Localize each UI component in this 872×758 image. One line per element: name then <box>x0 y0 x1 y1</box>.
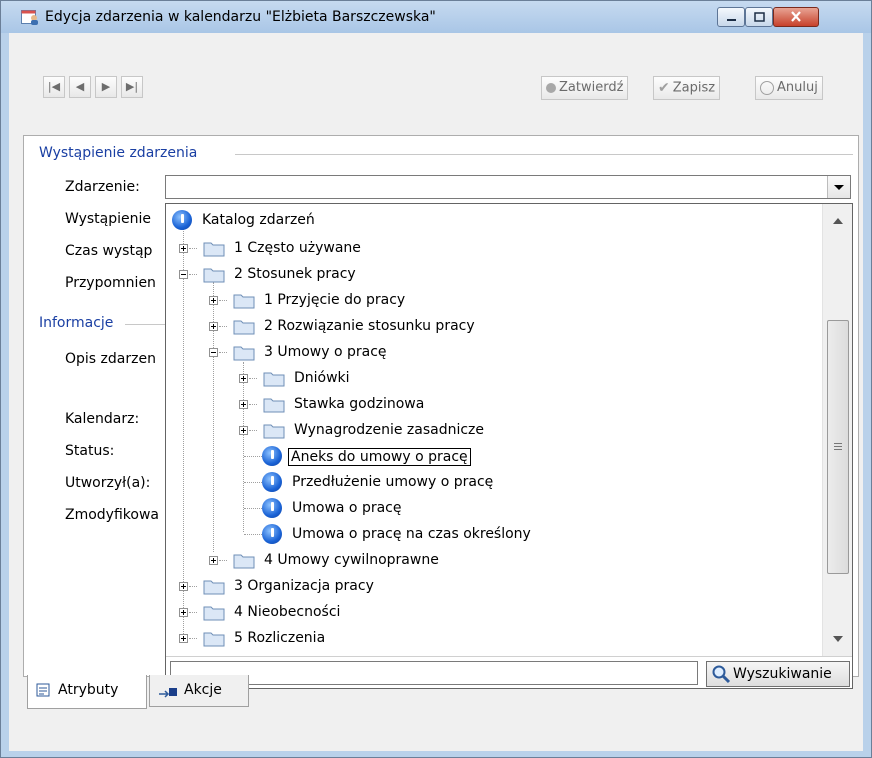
magnifier-icon <box>712 665 731 684</box>
check-icon: ✔ <box>658 80 670 96</box>
created-label: Utworzył(a): <box>65 475 151 491</box>
search-button[interactable]: Wyszukiwanie <box>706 661 850 687</box>
close-button[interactable] <box>773 7 819 27</box>
status-label: Status: <box>65 443 115 459</box>
folder-icon <box>203 268 225 283</box>
scroll-thumb[interactable] <box>827 320 849 574</box>
expand-icon[interactable] <box>179 582 188 591</box>
save-button[interactable]: ✔ Zapisz <box>653 76 721 100</box>
next-record-button[interactable]: ▶ <box>95 76 117 98</box>
cancel-button[interactable]: Anuluj <box>755 76 823 100</box>
expand-icon[interactable] <box>209 322 218 331</box>
reminder-label: Przypomnien <box>65 275 156 291</box>
event-label: Zdarzenie: <box>65 179 140 195</box>
expand-icon[interactable] <box>179 634 188 643</box>
maximize-button[interactable] <box>745 7 773 27</box>
tab-actions[interactable]: Akcje <box>149 675 249 707</box>
first-record-button[interactable]: |◀ <box>43 76 65 98</box>
actions-icon <box>159 688 177 698</box>
prev-icon: ◀ <box>75 80 85 93</box>
selected-item: Aneks do umowy o pracę <box>288 448 471 466</box>
section-divider <box>125 324 165 325</box>
calendar-label: Kalendarz: <box>65 411 140 427</box>
folder-icon <box>203 242 225 257</box>
description-label: Opis zdarzen <box>65 351 156 367</box>
collapse-icon[interactable] <box>209 348 218 357</box>
folder-icon <box>233 294 255 309</box>
expand-icon[interactable] <box>179 244 188 253</box>
section-divider <box>235 154 853 155</box>
minimize-icon <box>727 19 736 21</box>
expand-icon[interactable] <box>239 426 248 435</box>
next-icon: ▶ <box>101 80 111 93</box>
event-edit-window: Edycja zdarzenia w kalendarzu "Elżbieta … <box>0 0 872 758</box>
folder-icon <box>233 320 255 335</box>
first-icon: |◀ <box>47 80 61 93</box>
info-icon <box>262 446 282 466</box>
search-row: Wyszukiwanie <box>166 656 852 688</box>
expand-icon[interactable] <box>209 556 218 565</box>
info-icon <box>262 524 282 544</box>
info-icon <box>172 210 192 230</box>
tree-scrollbar[interactable] <box>822 204 852 656</box>
toolbar: |◀ ◀ ▶ ▶| Zatwierdź ✔ Zapisz Anuluj <box>9 33 863 105</box>
last-icon: ▶| <box>125 80 139 93</box>
occurrence-section-title: Wystąpienie zdarzenia <box>39 145 198 161</box>
expand-icon[interactable] <box>239 400 248 409</box>
collapse-icon[interactable] <box>179 270 188 279</box>
time-label: Czas wystąp <box>65 243 153 259</box>
search-input[interactable] <box>170 661 698 685</box>
occurrence-label: Wystąpienie <box>65 211 152 227</box>
info-icon <box>262 498 282 518</box>
folder-icon <box>233 554 255 569</box>
folder-icon <box>203 606 225 621</box>
event-catalog-dropdown: Katalog zdarzeń 1 Często używane 2 Stosu… <box>165 203 853 689</box>
prev-record-button[interactable]: ◀ <box>69 76 91 98</box>
title-bar[interactable]: Edycja zdarzenia w kalendarzu "Elżbieta … <box>1 1 871 33</box>
info-icon <box>262 472 282 492</box>
modified-label: Zmodyfikowa <box>65 507 159 523</box>
confirm-dot-icon <box>546 82 556 93</box>
window-title: Edycja zdarzenia w kalendarzu "Elżbieta … <box>45 9 436 25</box>
event-combobox[interactable] <box>165 175 851 199</box>
minimize-button[interactable] <box>717 7 745 27</box>
event-catalog-tree[interactable]: Katalog zdarzeń 1 Często używane 2 Stosu… <box>166 204 822 656</box>
record-navigation: |◀ ◀ ▶ ▶| <box>43 76 177 100</box>
cancel-icon <box>760 80 774 95</box>
tab-attributes[interactable]: Atrybuty <box>27 675 147 709</box>
expand-icon[interactable] <box>179 608 188 617</box>
attributes-icon <box>36 683 50 697</box>
expand-icon[interactable] <box>239 374 248 383</box>
info-section-title: Informacje <box>39 315 114 331</box>
close-icon <box>791 11 801 22</box>
confirm-button[interactable]: Zatwierdź <box>541 76 629 100</box>
folder-icon <box>263 424 285 439</box>
expand-icon[interactable] <box>209 296 218 305</box>
folder-icon <box>233 346 255 361</box>
folder-icon <box>203 632 225 647</box>
scroll-up-icon[interactable] <box>833 218 843 224</box>
folder-icon <box>263 398 285 413</box>
calendar-user-icon <box>21 10 38 25</box>
scroll-down-icon[interactable] <box>833 636 843 642</box>
maximize-icon <box>754 12 765 22</box>
combo-dropdown-button[interactable] <box>827 176 850 198</box>
folder-icon <box>203 580 225 595</box>
folder-icon <box>263 372 285 387</box>
last-record-button[interactable]: ▶| <box>121 76 143 98</box>
